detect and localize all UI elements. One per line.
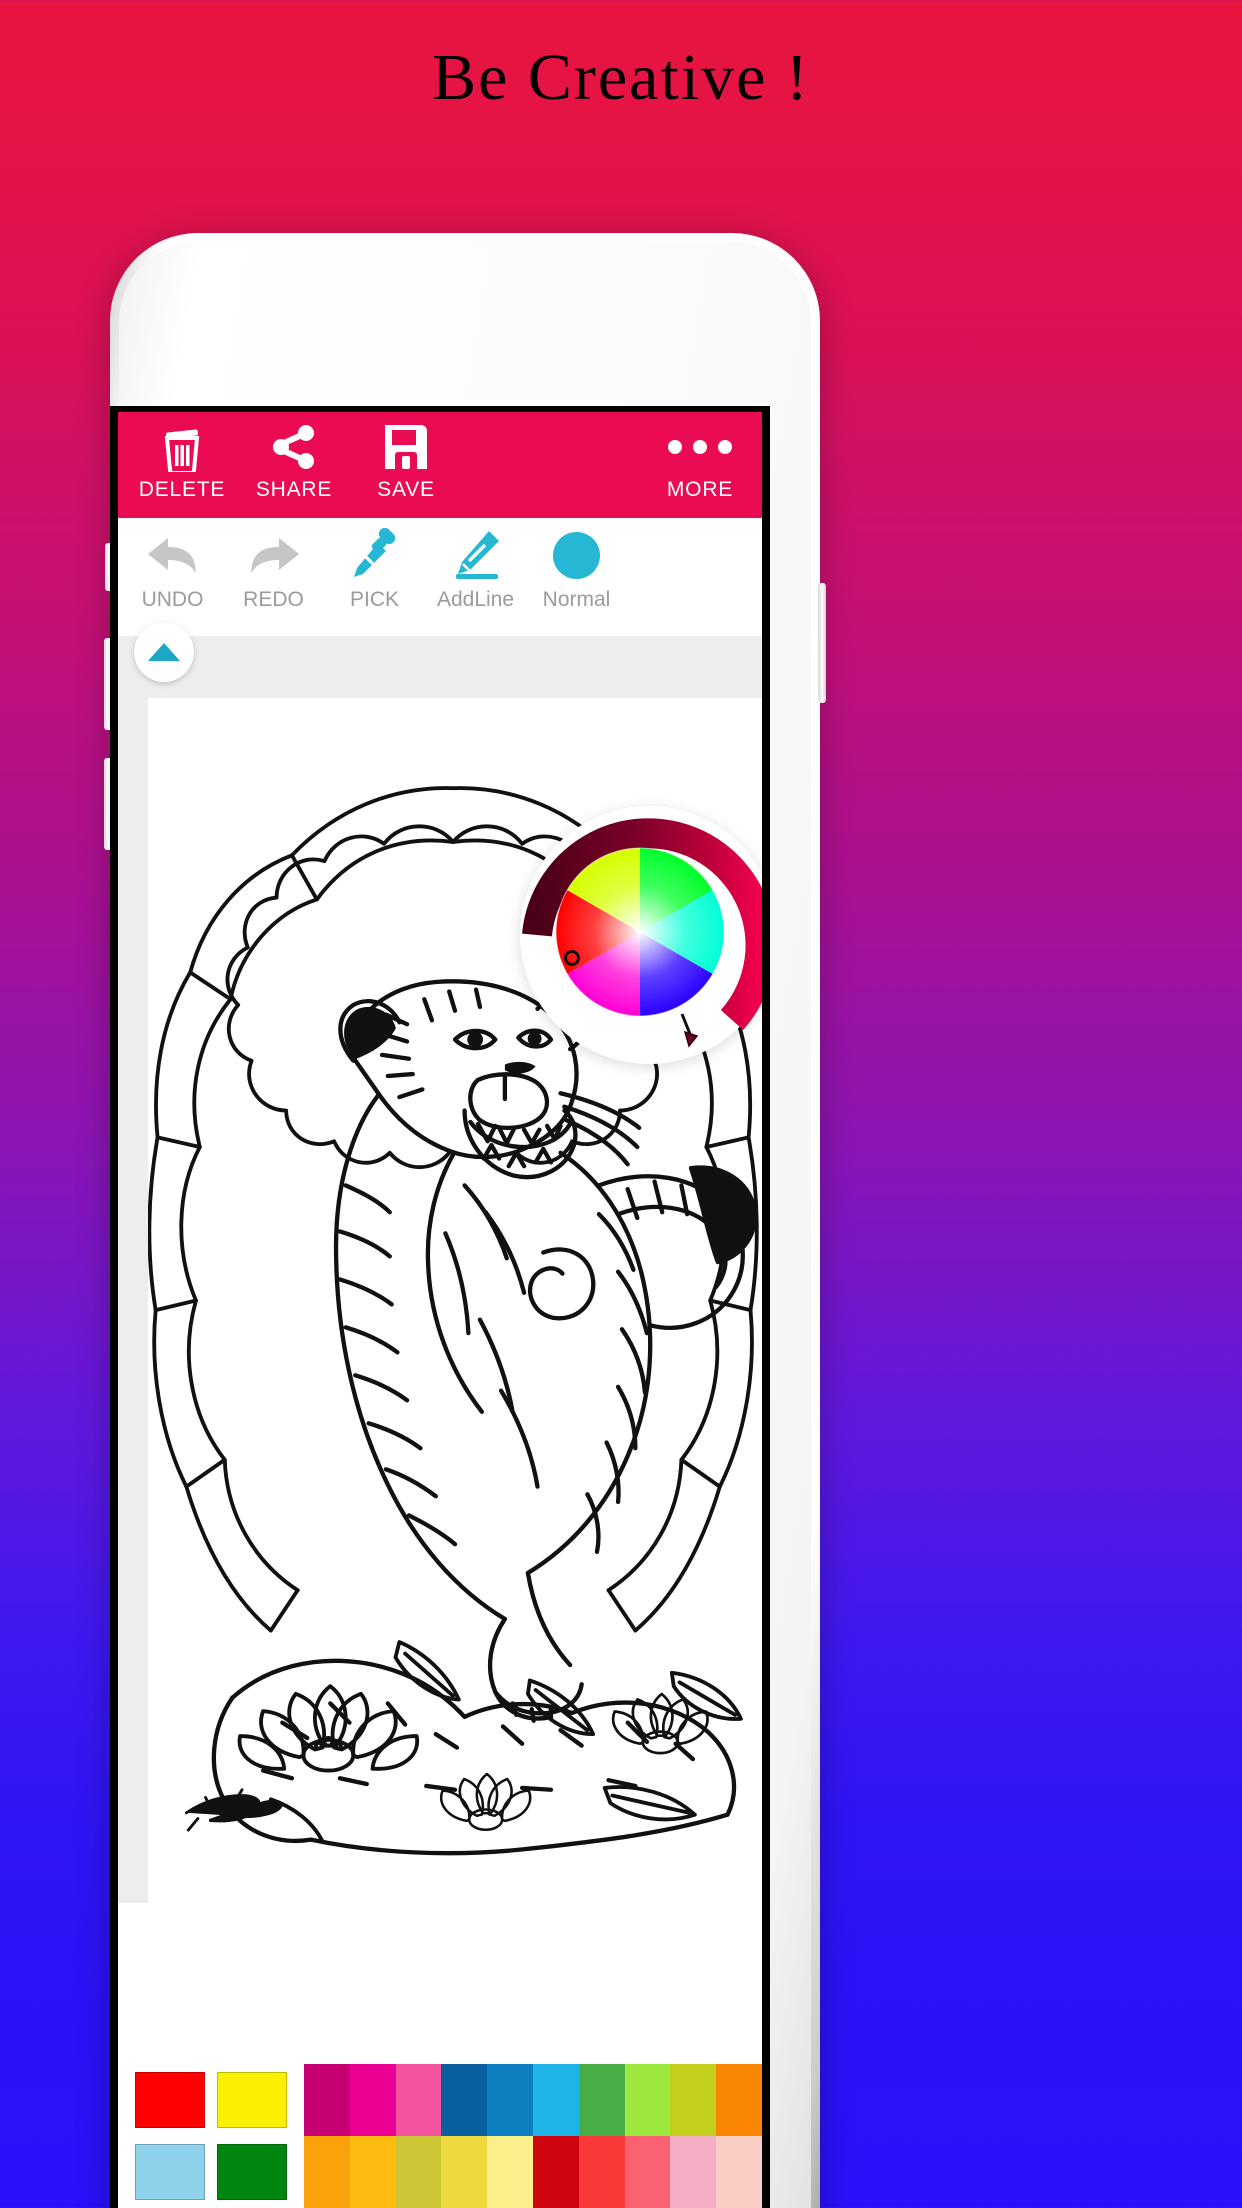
redo-button[interactable]: REDO (223, 524, 324, 612)
eyedropper-icon (349, 524, 401, 586)
phone-power-button (818, 583, 826, 703)
toolbar-gray-strip (118, 622, 762, 698)
arc-handle (680, 1013, 699, 1048)
triangle-up-icon (148, 643, 180, 661)
recent-color-swatch[interactable] (216, 2144, 287, 2200)
color-swatch[interactable] (716, 2136, 762, 2208)
share-button-label: SHARE (255, 478, 333, 501)
color-swatch[interactable] (670, 2136, 717, 2208)
trash-icon (159, 422, 205, 472)
share-button[interactable]: SHARE (238, 422, 350, 502)
color-swatch[interactable] (349, 2064, 396, 2136)
color-swatch[interactable] (441, 2136, 488, 2208)
app-screen: DELETE SHARE SAVE MORE UNDO REDO PICK Ad… (118, 412, 762, 2208)
recent-color-swatch[interactable] (135, 2072, 206, 2128)
delete-button-label: DELETE (138, 478, 226, 501)
addline-button[interactable]: AddLine (425, 524, 526, 612)
pencil-icon (449, 524, 503, 586)
color-swatch[interactable] (304, 2136, 350, 2208)
pick-button[interactable]: PICK (324, 524, 425, 612)
recent-color-swatch[interactable] (135, 2144, 206, 2200)
color-swatch[interactable] (532, 2136, 579, 2208)
page-title: Be Creative ! (432, 41, 810, 114)
palette-cells-row-1 (304, 2064, 762, 2136)
color-swatch[interactable] (487, 2136, 533, 2208)
canvas-area (118, 698, 762, 1903)
normal-mode-label: Normal (542, 588, 611, 611)
color-swatch[interactable] (532, 2064, 579, 2136)
color-swatch[interactable] (578, 2064, 625, 2136)
color-swatch[interactable] (395, 2136, 442, 2208)
color-swatch[interactable] (395, 2064, 442, 2136)
collapse-toolbar-button[interactable] (134, 622, 194, 682)
color-swatch[interactable] (624, 2136, 671, 2208)
delete-button[interactable]: DELETE (126, 422, 238, 502)
color-swatch[interactable] (716, 2064, 762, 2136)
palette-row-1 (118, 2064, 762, 2136)
color-swatch[interactable] (487, 2064, 533, 2136)
redo-button-label: REDO (243, 588, 304, 611)
pick-button-label: PICK (349, 588, 399, 611)
color-palette (118, 2064, 762, 2208)
color-wheel-picker[interactable] (520, 806, 762, 1064)
palette-cells-row-2 (304, 2136, 762, 2208)
color-swatch[interactable] (670, 2064, 717, 2136)
redo-arrow-icon (245, 524, 303, 586)
save-button-label: SAVE (377, 478, 435, 501)
phone-screen: DELETE SHARE SAVE MORE UNDO REDO PICK Ad… (110, 406, 770, 2208)
share-icon (270, 422, 318, 472)
recent-color-swatch[interactable] (216, 2072, 287, 2128)
color-swatch[interactable] (304, 2064, 350, 2136)
color-swatch[interactable] (441, 2064, 488, 2136)
recent-colors-row-2 (118, 2136, 304, 2208)
color-swatch[interactable] (349, 2136, 396, 2208)
color-swatch[interactable] (624, 2064, 671, 2136)
color-swatch[interactable] (578, 2136, 625, 2208)
tools-row: UNDO REDO PICK AddLine Normal (118, 518, 762, 636)
recent-colors-row-1 (118, 2064, 304, 2136)
color-dot-icon (553, 524, 600, 586)
more-button-label: MORE (666, 478, 734, 501)
undo-button[interactable]: UNDO (122, 524, 223, 612)
more-button[interactable]: MORE (644, 422, 756, 502)
undo-button-label: UNDO (141, 588, 204, 611)
floppy-disk-icon (382, 422, 430, 472)
addline-button-label: AddLine (436, 588, 515, 611)
palette-row-2 (118, 2136, 762, 2208)
save-button[interactable]: SAVE (350, 422, 462, 502)
undo-arrow-icon (144, 524, 202, 586)
normal-mode-button[interactable]: Normal (526, 524, 627, 612)
overflow-dots-icon (668, 422, 732, 472)
top-action-bar: DELETE SHARE SAVE MORE (118, 412, 762, 518)
hue-saturation-disc (555, 847, 725, 1017)
